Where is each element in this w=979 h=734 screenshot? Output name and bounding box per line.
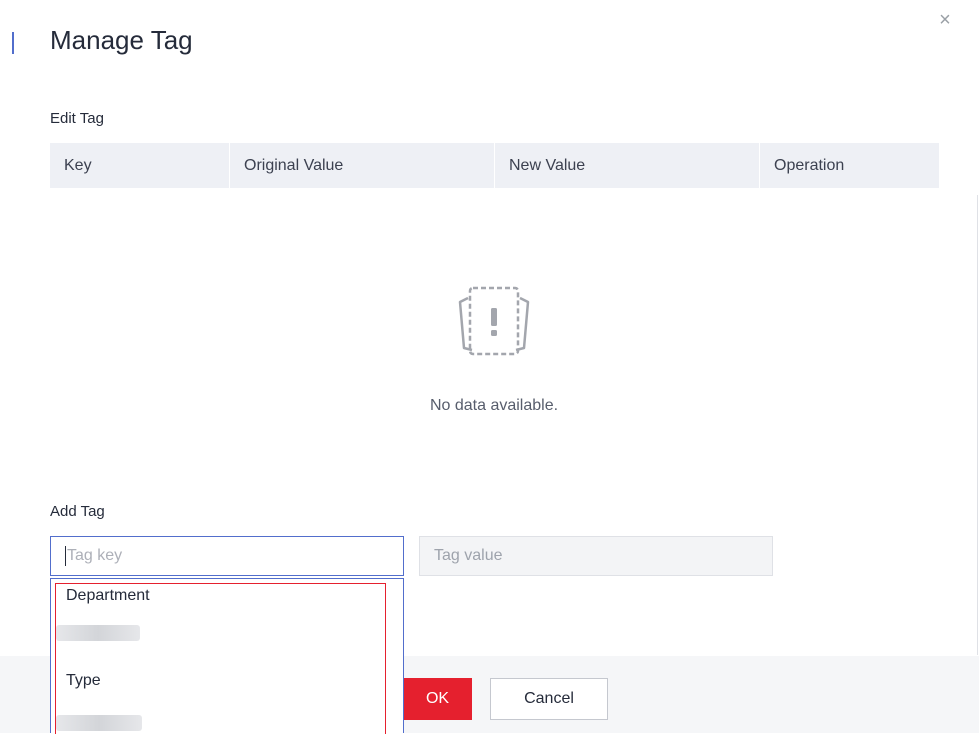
dropdown-option-type[interactable]: Type — [66, 672, 101, 690]
add-tag-label: Add Tag — [50, 503, 105, 520]
column-header-operation: Operation — [774, 156, 845, 174]
empty-data-icon — [458, 286, 530, 356]
edit-tag-label: Edit Tag — [50, 110, 104, 127]
text-caret — [65, 546, 66, 566]
dropdown-highlight-box — [55, 583, 386, 734]
tag-key-input[interactable]: Tag key — [50, 536, 404, 576]
tag-key-dropdown[interactable]: Department Type — [50, 578, 404, 734]
title-accent-bar — [12, 32, 14, 54]
column-header-new-value: New Value — [495, 143, 760, 188]
dropdown-option-department[interactable]: Department — [66, 587, 150, 605]
redacted-text — [56, 715, 142, 731]
redacted-text — [56, 625, 140, 641]
close-icon[interactable]: × — [935, 10, 955, 30]
dialog-title: Manage Tag — [50, 25, 193, 55]
column-header-key: Key — [50, 143, 230, 188]
cancel-button[interactable]: Cancel — [490, 678, 608, 720]
empty-state-text: No data available. — [429, 397, 559, 414]
tag-value-input[interactable]: Tag value — [419, 536, 773, 576]
tag-table-header: Key Original Value New Value Operation — [50, 143, 939, 188]
tag-value-placeholder: Tag value — [434, 547, 503, 564]
ok-button[interactable]: OK — [403, 678, 472, 720]
column-header-original-value: Original Value — [230, 143, 495, 188]
scroll-divider — [977, 195, 978, 655]
tag-key-placeholder: Tag key — [67, 547, 123, 564]
